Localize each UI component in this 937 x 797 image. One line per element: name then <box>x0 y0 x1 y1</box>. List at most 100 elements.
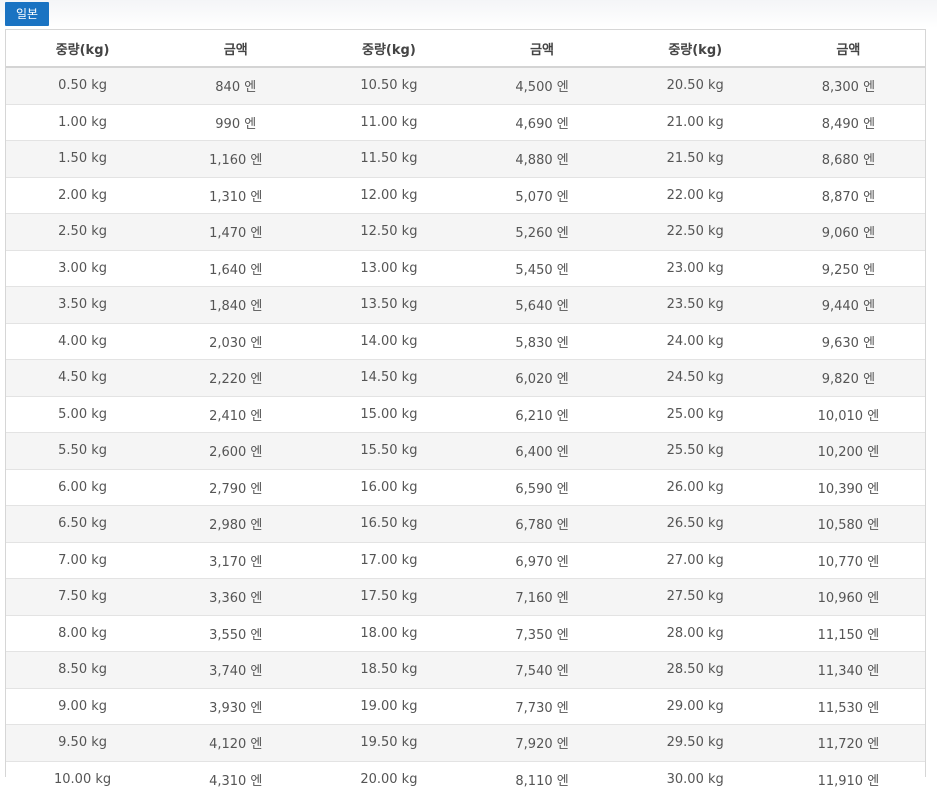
table-row: 8.50 kg 3,740 엔 18.50 kg 7,540 엔 28.50 kg 11,… <box>6 651 925 689</box>
weight-cell: 14.00 kg <box>312 323 466 360</box>
price-cell: 4,500 엔 <box>465 67 619 105</box>
weight-cell: 26.00 kg <box>618 469 772 506</box>
weight-cell: 30.00 kg <box>618 761 772 797</box>
table-row: 7.00 kg 3,170 엔 17.00 kg 6,970 엔 27.00 kg 10,… <box>6 542 925 579</box>
price-cell: 2,410 엔 <box>159 396 313 433</box>
tab-japan[interactable]: 일본 <box>5 2 49 26</box>
price-cell: 4,120 엔 <box>159 724 313 762</box>
price-cell: 2,790 엔 <box>159 469 313 506</box>
table-row: 6.00 kg 2,790 엔 16.00 kg 6,590 엔 26.00 kg 10,… <box>6 469 925 506</box>
price-cell: 2,030 엔 <box>159 323 313 360</box>
table-row: 6.50 kg 2,980 엔 16.50 kg 6,780 엔 26.50 kg 10,… <box>6 505 925 543</box>
table-row: 2.50 kg 1,470 엔 12.50 kg 5,260 엔 22.50 kg 9,0… <box>6 213 925 251</box>
weight-cell: 17.50 kg <box>312 578 466 616</box>
weight-cell: 1.00 kg <box>6 104 160 141</box>
table-row: 1.00 kg 990 엔 11.00 kg 4,690 엔 21.00 kg 8,490… <box>6 104 925 141</box>
weight-cell: 8.50 kg <box>6 651 160 689</box>
weight-column-header: 중량(kg) <box>6 30 160 68</box>
price-cell: 4,690 엔 <box>465 104 619 141</box>
price-cell: 1,310 엔 <box>159 177 313 214</box>
weight-cell: 7.00 kg <box>6 542 160 579</box>
weight-cell: 10.50 kg <box>312 67 466 105</box>
table-row: 8.00 kg 3,550 엔 18.00 kg 7,350 엔 28.00 kg 11,… <box>6 615 925 652</box>
rate-table-container: 중량(kg) 금액 중량(kg) 금액 중량(kg) 금액 0.50 kg 840 엔 10.… <box>5 29 926 797</box>
price-cell: 2,980 엔 <box>159 505 313 543</box>
weight-column-header: 중량(kg) <box>618 30 772 68</box>
table-row: 2.00 kg 1,310 엔 12.00 kg 5,070 엔 22.00 kg 8,8… <box>6 177 925 214</box>
table-header: 중량(kg) 금액 중량(kg) 금액 중량(kg) 금액 <box>6 30 925 68</box>
weight-cell: 19.00 kg <box>312 688 466 725</box>
weight-cell: 22.50 kg <box>618 213 772 251</box>
price-cell: 990 엔 <box>159 104 313 141</box>
weight-cell: 28.50 kg <box>618 651 772 689</box>
weight-cell: 18.00 kg <box>312 615 466 652</box>
price-cell: 6,400 엔 <box>465 432 619 470</box>
price-cell: 8,300 엔 <box>771 67 925 105</box>
weight-cell: 13.50 kg <box>312 286 466 324</box>
price-cell: 3,930 엔 <box>159 688 313 725</box>
table-row: 3.50 kg 1,840 엔 13.50 kg 5,640 엔 23.50 kg 9,4… <box>6 286 925 324</box>
weight-cell: 3.00 kg <box>6 250 160 287</box>
price-cell: 10,390 엔 <box>771 469 925 506</box>
table-row: 9.50 kg 4,120 엔 19.50 kg 7,920 엔 29.50 kg 11,… <box>6 724 925 762</box>
weight-cell: 13.00 kg <box>312 250 466 287</box>
price-cell: 1,840 엔 <box>159 286 313 324</box>
table-row: 7.50 kg 3,360 엔 17.50 kg 7,160 엔 27.50 kg 10,… <box>6 578 925 616</box>
weight-cell: 15.00 kg <box>312 396 466 433</box>
weight-cell: 25.00 kg <box>618 396 772 433</box>
price-cell: 840 엔 <box>159 67 313 105</box>
weight-cell: 28.00 kg <box>618 615 772 652</box>
table-row: 3.00 kg 1,640 엔 13.00 kg 5,450 엔 23.00 kg 9,2… <box>6 250 925 287</box>
price-cell: 10,580 엔 <box>771 505 925 543</box>
price-cell: 1,470 엔 <box>159 213 313 251</box>
weight-cell: 18.50 kg <box>312 651 466 689</box>
price-cell: 9,630 엔 <box>771 323 925 360</box>
price-cell: 11,720 엔 <box>771 724 925 762</box>
weight-cell: 29.00 kg <box>618 688 772 725</box>
weight-cell: 8.00 kg <box>6 615 160 652</box>
price-cell: 1,640 엔 <box>159 250 313 287</box>
table-row: 9.00 kg 3,930 엔 19.00 kg 7,730 엔 29.00 kg 11,… <box>6 688 925 725</box>
weight-cell: 5.00 kg <box>6 396 160 433</box>
price-cell: 3,360 엔 <box>159 578 313 616</box>
price-cell: 9,820 엔 <box>771 359 925 397</box>
weight-cell: 25.50 kg <box>618 432 772 470</box>
weight-cell: 16.00 kg <box>312 469 466 506</box>
price-cell: 11,530 엔 <box>771 688 925 725</box>
table-row: 4.50 kg 2,220 엔 14.50 kg 6,020 엔 24.50 kg 9,8… <box>6 359 925 397</box>
price-cell: 11,910 엔 <box>771 761 925 797</box>
price-cell: 6,970 엔 <box>465 542 619 579</box>
weight-cell: 21.00 kg <box>618 104 772 141</box>
weight-cell: 27.00 kg <box>618 542 772 579</box>
rate-table: 중량(kg) 금액 중량(kg) 금액 중량(kg) 금액 0.50 kg 840 엔 10.… <box>6 30 925 797</box>
price-cell: 11,150 엔 <box>771 615 925 652</box>
weight-cell: 26.50 kg <box>618 505 772 543</box>
weight-cell: 12.50 kg <box>312 213 466 251</box>
weight-cell: 3.50 kg <box>6 286 160 324</box>
price-cell: 6,210 엔 <box>465 396 619 433</box>
weight-cell: 10.00 kg <box>6 761 160 797</box>
price-cell: 7,160 엔 <box>465 578 619 616</box>
price-cell: 7,540 엔 <box>465 651 619 689</box>
weight-cell: 21.50 kg <box>618 140 772 178</box>
price-cell: 4,310 엔 <box>159 761 313 797</box>
weight-cell: 19.50 kg <box>312 724 466 762</box>
weight-cell: 23.00 kg <box>618 250 772 287</box>
price-cell: 4,880 엔 <box>465 140 619 178</box>
price-cell: 7,920 엔 <box>465 724 619 762</box>
table-body: 0.50 kg 840 엔 10.50 kg 4,500 엔 20.50 kg 8,300… <box>6 67 925 797</box>
price-cell: 5,260 엔 <box>465 213 619 251</box>
price-cell: 3,170 엔 <box>159 542 313 579</box>
weight-cell: 16.50 kg <box>312 505 466 543</box>
weight-cell: 1.50 kg <box>6 140 160 178</box>
weight-cell: 0.50 kg <box>6 67 160 105</box>
weight-cell: 5.50 kg <box>6 432 160 470</box>
price-cell: 8,110 엔 <box>465 761 619 797</box>
top-bar-background <box>0 0 937 28</box>
price-cell: 6,780 엔 <box>465 505 619 543</box>
weight-column-header: 중량(kg) <box>312 30 466 68</box>
weight-cell: 7.50 kg <box>6 578 160 616</box>
weight-cell: 24.00 kg <box>618 323 772 360</box>
price-cell: 6,590 엔 <box>465 469 619 506</box>
weight-cell: 4.50 kg <box>6 359 160 397</box>
